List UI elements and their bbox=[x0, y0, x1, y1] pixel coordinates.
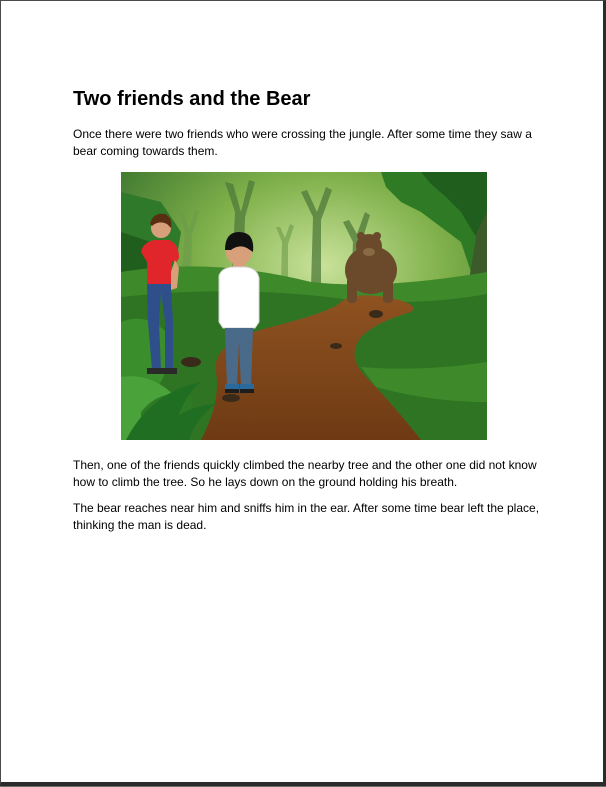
paragraph-tree: Then, one of the friends quickly climbed… bbox=[73, 458, 537, 489]
story-illustration bbox=[121, 172, 487, 440]
story-title: Two friends and the Bear bbox=[73, 88, 311, 110]
paragraph-bear: The bear reaches near him and sniffs him… bbox=[73, 501, 540, 532]
document-page: Two friends and the Bear Once there were… bbox=[0, 0, 606, 786]
jungle-scene-image bbox=[121, 172, 487, 440]
paragraph-intro: Once there were two friends who were cro… bbox=[73, 127, 532, 158]
